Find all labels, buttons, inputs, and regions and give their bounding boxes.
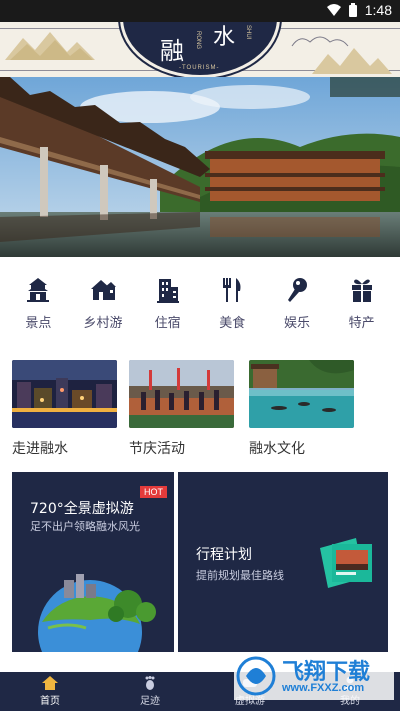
logo-side-text-2: SHUI [245,25,251,40]
footprint-icon [145,676,155,690]
village-house-icon [89,276,117,304]
hot-badge: HOT [140,486,167,498]
site-watermark: 飞翔下载 www.FXXZ.com [234,652,394,700]
feature-card-culture[interactable]: 融水文化 [249,360,354,458]
watermark-url: www.FXXZ.com [282,682,365,694]
hotel-building-icon [154,276,182,304]
feature-label: 节庆活动 [129,441,185,457]
feature-thumb-city-night [12,360,117,428]
pagoda-icon [24,276,52,304]
category-specialties[interactable]: 特产 [331,270,393,340]
logo-badge: 融 水 RONG SHUI -TOURISM- [120,22,280,77]
vr-card-title: 720°全景虚拟游 [30,501,134,517]
vr-card-subtitle: 足不出户领略融水风光 [30,520,140,533]
nav-home[interactable]: 首页 [0,672,100,711]
battery-icon [348,3,357,17]
feature-label: 走进融水 [12,441,68,457]
category-entertainment[interactable]: 娱乐 [266,270,328,340]
feature-cards: 走进融水 节庆活动 融水文化 [12,360,392,460]
cloud-ornament [291,36,349,47]
fork-knife-icon [218,276,246,304]
logo-tourism-text: -TOURISM- [179,65,220,71]
category-accommodation[interactable]: 住宿 [137,270,199,340]
category-food[interactable]: 美食 [201,270,263,340]
status-bar: 1:48 [0,0,400,22]
status-time: 1:48 [364,2,392,18]
category-row: 景点 乡村游 住宿 美食 娱乐 特产 [0,270,400,340]
promo-cards: 720°全景虚拟游 HOT 足不出户领略融水风光 行程计划 提前规划最佳路线 [12,472,388,652]
hero-banner-photo[interactable] [0,77,400,257]
nav-footprint[interactable]: 足迹 [100,672,200,711]
microphone-icon [283,276,311,304]
category-label: 景点 [25,316,52,331]
feature-card-festivals[interactable]: 节庆活动 [129,360,234,458]
category-label: 娱乐 [283,316,310,331]
category-label: 乡村游 [83,316,123,331]
vr-tour-card[interactable]: 720°全景虚拟游 HOT 足不出户领略融水风光 [12,472,174,652]
feature-thumb-river [249,360,354,428]
logo-char-shui: 水 [213,25,236,50]
feature-label: 融水文化 [249,441,305,457]
header-banner: 融 水 RONG SHUI -TOURISM- [0,22,400,77]
category-scenic-spots[interactable]: 景点 [7,270,69,340]
feature-thumb-festival [129,360,234,428]
gift-icon [348,276,376,304]
category-rural-tour[interactable]: 乡村游 [72,270,134,340]
wifi-icon [326,4,341,16]
plan-card-subtitle: 提前规划最佳路线 [196,569,284,582]
nav-label: 首页 [40,696,60,707]
feature-card-about-rongshui[interactable]: 走进融水 [12,360,117,458]
plan-card-title: 行程计划 [196,547,252,563]
category-label: 特产 [348,316,375,331]
itinerary-plan-card[interactable]: 行程计划 提前规划最佳路线 [178,472,388,652]
logo-side-text-1: RONG [195,31,201,49]
mountain-ornament-left [5,32,95,60]
nav-label: 足迹 [140,696,160,707]
itinerary-book-icon [320,538,372,588]
category-label: 住宿 [154,316,181,331]
category-label: 美食 [219,316,246,331]
globe-island-illustration [38,574,156,652]
home-icon [42,676,58,690]
logo-char-rong: 融 [160,37,184,65]
